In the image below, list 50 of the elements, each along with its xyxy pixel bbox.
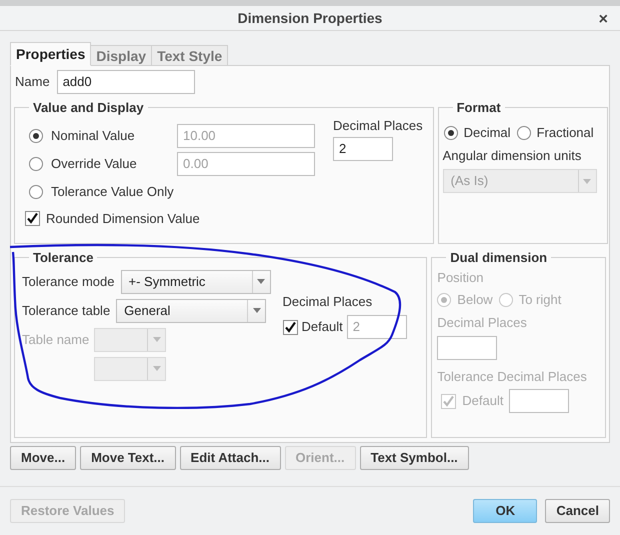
dropdown[interactable]: +- Symmetric: [120, 270, 270, 294]
dialog-button[interactable]: Move Text...: [80, 446, 176, 470]
checkbox-label: Default: [302, 318, 343, 336]
option-label: Nominal Value: [51, 126, 135, 145]
dialog-button[interactable]: Cancel: [545, 499, 610, 523]
group-title: Format: [456, 99, 502, 117]
group-title: Tolerance: [32, 249, 94, 267]
option-label: Decimal: [464, 124, 511, 142]
field-label: Decimal Places: [437, 314, 528, 332]
dialog-button[interactable]: Text Symbol...: [360, 446, 469, 470]
field-label: Position: [437, 268, 485, 286]
radio-button[interactable]: [29, 156, 43, 170]
input-field[interactable]: 2: [333, 137, 393, 161]
caret-icon: [152, 366, 160, 371]
caret-icon: [583, 178, 592, 184]
tab[interactable]: Text Style: [152, 45, 228, 66]
ok-button[interactable]: OK: [473, 499, 538, 523]
radio-button[interactable]: [29, 128, 43, 142]
caret-icon: [257, 279, 265, 284]
tab[interactable]: Display: [91, 45, 152, 66]
option-label: Below: [457, 291, 493, 310]
field-label: Name: [15, 73, 50, 92]
group-title: Dual dimension: [449, 249, 548, 267]
group-title: Value and Display: [32, 99, 145, 117]
checkbox[interactable]: [25, 211, 40, 226]
window-title: Dimension Properties: [238, 8, 382, 28]
radio-button[interactable]: [29, 184, 43, 198]
caret-icon: [152, 337, 160, 342]
close-button[interactable]: ×: [598, 8, 608, 32]
field-label: Decimal Places: [282, 292, 374, 310]
caret-icon: [252, 308, 261, 313]
name-field[interactable]: add0: [56, 70, 195, 94]
field-label: Tolerance table: [22, 302, 110, 320]
field-label: Decimal Places: [333, 116, 423, 134]
option-label: Override Value: [51, 154, 137, 173]
option-label: Fractional: [536, 124, 594, 142]
radio-button[interactable]: [444, 126, 458, 140]
field-label: Tolerance mode: [22, 272, 114, 291]
field-label: Table name: [22, 330, 88, 349]
dialog-button[interactable]: Edit Attach...: [180, 446, 280, 470]
checkbox-label: Rounded Dimension Value: [46, 210, 200, 228]
dialog-button[interactable]: Move...: [10, 446, 76, 470]
field-label: Angular dimension units: [442, 146, 582, 165]
option-label: Tolerance Value Only: [51, 182, 174, 201]
tab[interactable]: Properties: [10, 42, 92, 66]
option-label: To right: [518, 291, 562, 310]
radio-button[interactable]: [516, 126, 531, 140]
checkbox-label: Default: [462, 392, 504, 410]
field-label: Tolerance Decimal Places: [437, 368, 588, 386]
dropdown[interactable]: General: [116, 298, 266, 322]
